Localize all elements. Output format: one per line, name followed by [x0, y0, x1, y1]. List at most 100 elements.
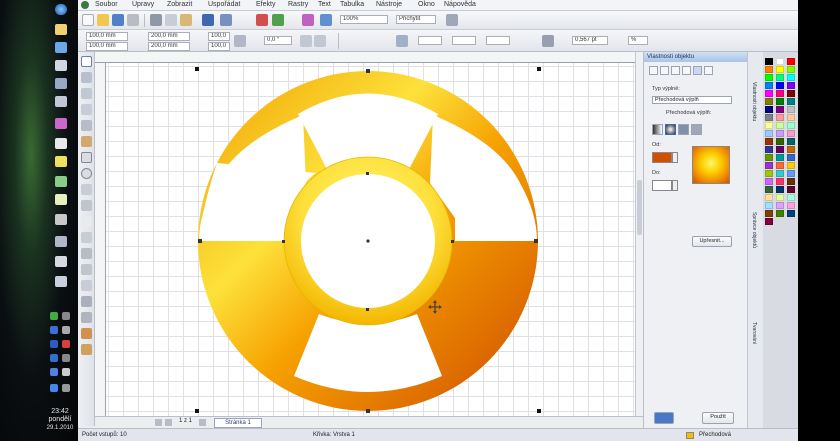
palette-swatch[interactable] [765, 194, 773, 201]
node-marker[interactable] [534, 239, 538, 243]
palette-swatch[interactable] [787, 138, 795, 145]
selection-handle[interactable] [195, 409, 199, 413]
docker-tab-general[interactable] [671, 66, 680, 75]
palette-swatch[interactable] [787, 154, 795, 161]
palette-swatch[interactable] [776, 106, 784, 113]
palette-swatch[interactable] [776, 170, 784, 177]
next-page-button[interactable] [199, 419, 206, 426]
app-icon[interactable] [55, 194, 67, 205]
tray-icon[interactable] [50, 368, 58, 376]
end-arrow-select[interactable] [486, 36, 510, 45]
palette-swatch[interactable] [765, 138, 773, 145]
conical-gradient-icon[interactable] [678, 124, 689, 135]
palette-swatch[interactable] [776, 210, 784, 217]
scale-height-field[interactable]: 100,0 [208, 42, 230, 51]
menu-help[interactable]: Nápověda [444, 1, 476, 8]
scrollbar-thumb[interactable] [637, 180, 642, 235]
tray-icon[interactable] [62, 312, 70, 320]
launcher-icon[interactable] [302, 14, 314, 26]
outline-pen-icon[interactable] [542, 35, 554, 47]
palette-swatch[interactable] [776, 130, 784, 137]
palette-swatch[interactable] [776, 90, 784, 97]
palette-swatch[interactable] [776, 194, 784, 201]
node-marker[interactable] [366, 172, 369, 175]
palette-swatch[interactable] [787, 114, 795, 121]
prev-page-button[interactable] [165, 419, 172, 426]
copy-icon[interactable] [165, 14, 177, 26]
lock-ratio-icon[interactable] [234, 35, 246, 47]
app-icon[interactable] [55, 156, 67, 167]
palette-swatch[interactable] [776, 82, 784, 89]
palette-swatch[interactable] [776, 58, 784, 65]
palette-swatch[interactable] [787, 82, 795, 89]
tray-icon[interactable] [50, 354, 58, 362]
eyedropper-tool-icon[interactable] [81, 296, 92, 307]
media-icon[interactable] [55, 60, 67, 71]
palette-swatch[interactable] [776, 74, 784, 81]
first-page-button[interactable] [155, 419, 162, 426]
palette-swatch[interactable] [787, 170, 795, 177]
corel-taskbar-icon[interactable] [55, 118, 67, 129]
side-tab-object-properties[interactable]: Vlastnosti objektu [751, 82, 757, 121]
apply-button[interactable]: Použít [702, 412, 734, 424]
palette-swatch[interactable] [787, 210, 795, 217]
palette-swatch[interactable] [765, 146, 773, 153]
more-options-button[interactable]: Upřesnit... [692, 236, 732, 247]
vertical-scrollbar[interactable] [635, 52, 643, 416]
palette-swatch[interactable] [765, 218, 773, 225]
percent-field[interactable]: % [628, 36, 648, 45]
node-marker[interactable] [366, 409, 370, 413]
palette-swatch[interactable] [776, 66, 784, 73]
menu-edit[interactable]: Úpravy [132, 1, 154, 8]
fill-type-select[interactable]: Přechodová výplň [652, 96, 732, 104]
explorer-icon[interactable] [55, 24, 67, 35]
new-icon[interactable] [82, 14, 94, 26]
palette-swatch[interactable] [776, 162, 784, 169]
menu-arrange[interactable]: Uspořádat [208, 1, 240, 8]
line-style-select[interactable] [452, 36, 476, 45]
app-icon[interactable] [55, 236, 67, 247]
tray-icon[interactable] [62, 326, 70, 334]
fill-tool-icon[interactable] [81, 328, 92, 339]
palette-swatch[interactable] [765, 98, 773, 105]
curve-tool-icon[interactable] [396, 35, 408, 47]
docker-tab-detail[interactable] [682, 66, 691, 75]
palette-swatch[interactable] [787, 202, 795, 209]
clock-time[interactable]: 23:42 [46, 408, 74, 416]
palette-swatch[interactable] [787, 122, 795, 129]
vertical-ruler[interactable] [95, 63, 106, 416]
zoom-tool-icon[interactable] [81, 104, 92, 115]
snap-to-select[interactable]: Přichytit [396, 15, 436, 24]
palette-swatch[interactable] [765, 210, 773, 217]
docker-tab-outline[interactable] [660, 66, 669, 75]
volume-icon[interactable] [62, 368, 70, 376]
fill-mode-icon[interactable] [654, 412, 674, 424]
docker-title[interactable]: Vlastnosti objektu [644, 52, 748, 62]
to-color-picker[interactable] [652, 180, 672, 191]
node-marker[interactable] [451, 240, 454, 243]
tray-icon[interactable] [62, 354, 70, 362]
cut-icon[interactable] [150, 14, 162, 26]
center-marker[interactable] [366, 239, 370, 243]
palette-swatch[interactable] [787, 58, 795, 65]
app-icon[interactable] [55, 78, 67, 89]
square-gradient-icon[interactable] [691, 124, 702, 135]
palette-swatch[interactable] [787, 74, 795, 81]
palette-swatch[interactable] [765, 90, 773, 97]
menu-table[interactable]: Tabulka [340, 1, 364, 8]
selection-handle[interactable] [195, 67, 199, 71]
side-tab-shaping[interactable]: Tvarování [751, 322, 757, 344]
start-arrow-select[interactable] [418, 36, 442, 45]
palette-swatch[interactable] [776, 122, 784, 129]
node-marker[interactable] [198, 239, 202, 243]
ellipse-tool-icon[interactable] [81, 168, 92, 179]
drawing-canvas[interactable] [106, 63, 635, 416]
palette-swatch[interactable] [776, 138, 784, 145]
tray-icon[interactable] [62, 340, 70, 348]
mirror-h-icon[interactable] [300, 35, 312, 47]
app-icon[interactable] [55, 276, 67, 287]
side-tab-object-manager[interactable]: Správce objektů [751, 212, 757, 248]
app-icon[interactable] [55, 96, 67, 107]
palette-swatch[interactable] [776, 186, 784, 193]
shape-tool-icon[interactable] [81, 72, 92, 83]
